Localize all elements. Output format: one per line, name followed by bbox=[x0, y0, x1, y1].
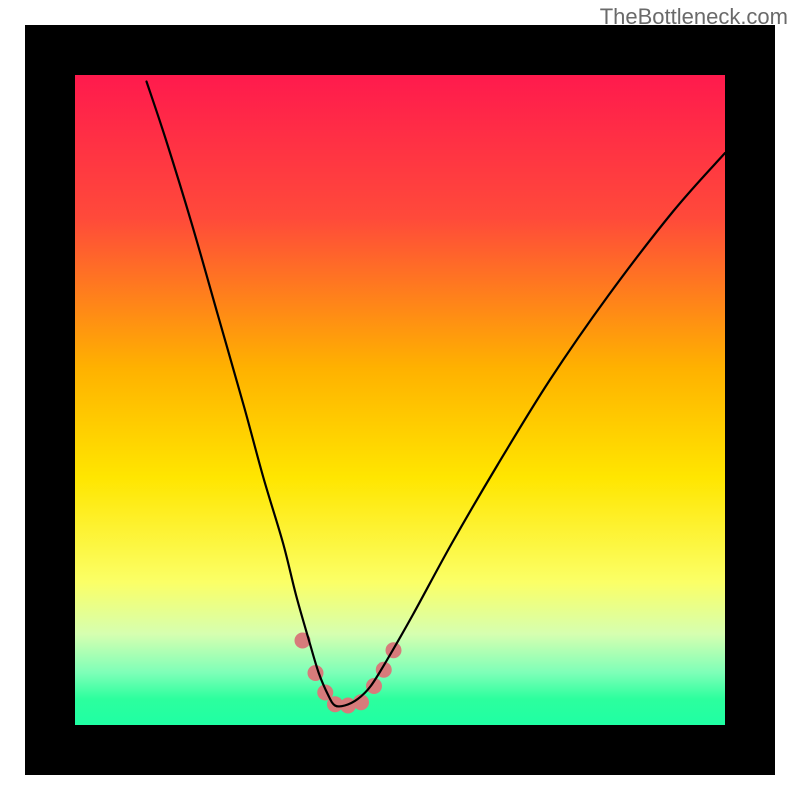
chart-container: TheBottleneck.com bbox=[0, 0, 800, 800]
plot-background bbox=[75, 75, 725, 725]
bottleneck-chart bbox=[0, 0, 800, 800]
watermark-text: TheBottleneck.com bbox=[600, 4, 788, 30]
